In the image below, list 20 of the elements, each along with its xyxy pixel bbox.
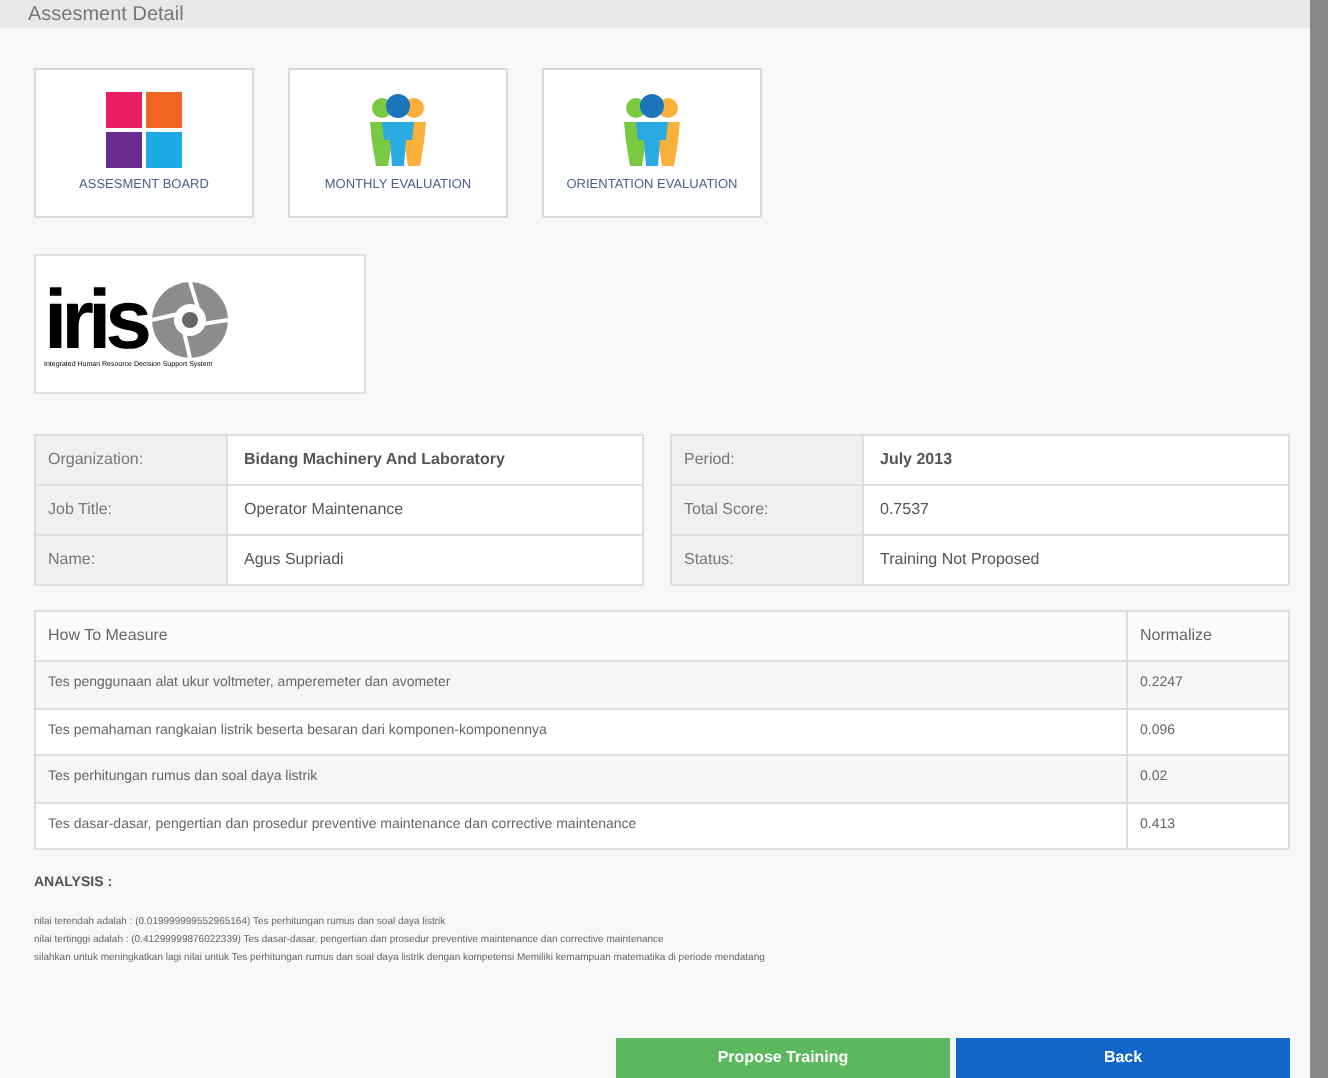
field-label: Status: (672, 536, 864, 584)
people-icon (618, 91, 686, 168)
field-value: Operator Maintenance (242, 498, 406, 522)
page-title: Assesment Detail (28, 1, 184, 29)
column-header: Normalize (1138, 624, 1215, 648)
back-button[interactable]: Back (956, 1038, 1290, 1078)
field-value: Agus Supriadi (242, 548, 346, 572)
field-label: Total Score: (672, 486, 864, 534)
field-label: Organization: (36, 436, 228, 484)
field-label: Name: (36, 536, 228, 584)
field-value: 0.7537 (878, 498, 931, 522)
aperture-icon (150, 279, 231, 359)
field-value: Bidang Machinery And Laboratory (242, 448, 507, 472)
field-label: Period: (672, 436, 864, 484)
logo-wordmark: iris (44, 279, 147, 359)
tiles-icon (106, 91, 182, 168)
people-icon (364, 91, 432, 168)
field-value: July 2013 (878, 448, 955, 472)
field-label: Job Title: (36, 486, 228, 534)
field-value: Training Not Proposed (878, 548, 1042, 572)
